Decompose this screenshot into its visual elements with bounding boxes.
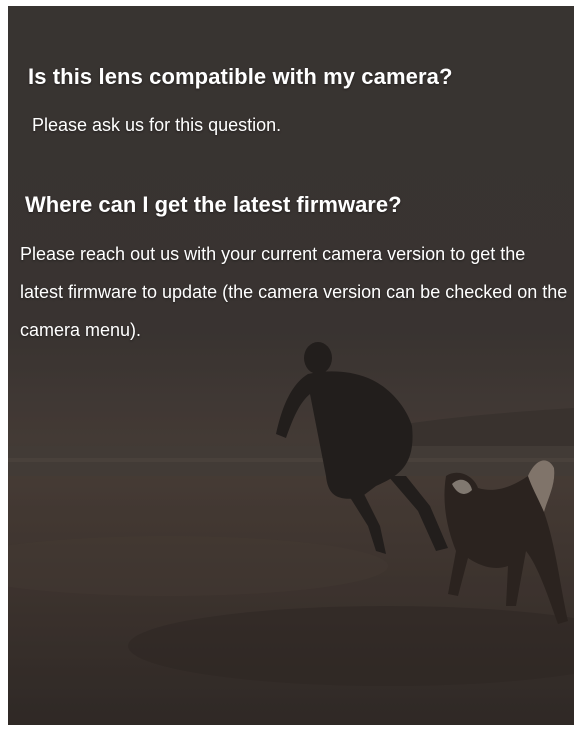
- faq-card: Is this lens compatible with my camera? …: [8, 6, 574, 725]
- faq-answer-lens-compatibility: Please ask us for this question.: [32, 115, 282, 135]
- beach-background-image: [8, 6, 574, 725]
- faq-question-latest-firmware: Where can I get the latest firmware?: [25, 192, 402, 217]
- faq-question-lens-compatibility: Is this lens compatible with my camera?: [28, 64, 453, 89]
- faq-answer-latest-firmware: Please reach out us with your current ca…: [20, 244, 568, 340]
